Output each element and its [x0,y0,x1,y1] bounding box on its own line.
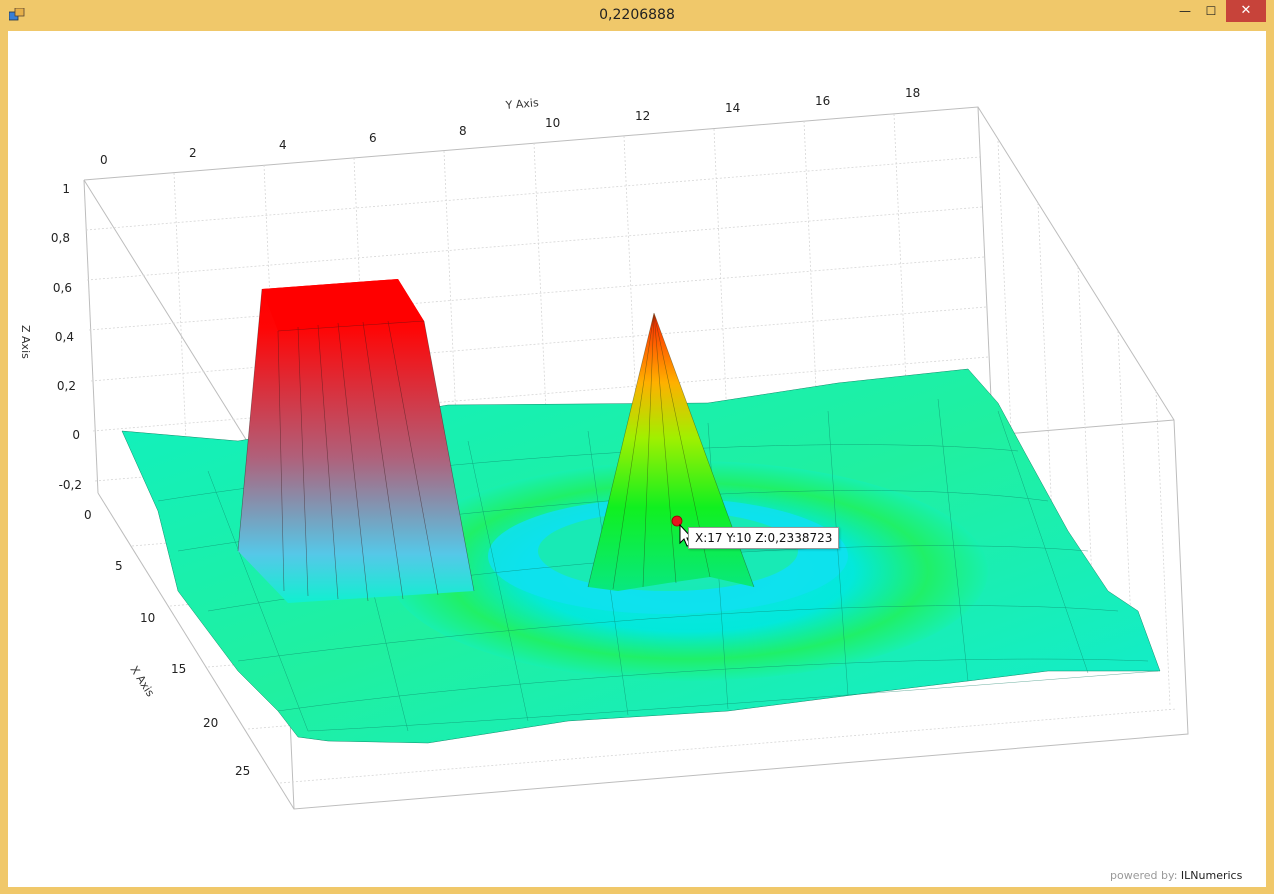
x-tick-label: 0 [84,508,92,522]
y-tick-label: 18 [905,86,920,100]
z-tick-label: 0,6 [53,281,72,295]
y-axis-title: Y Axis [504,96,539,112]
z-tick-label: 1 [62,182,70,196]
z-axis-ticks: 1 0,8 0,6 0,4 0,2 0 -0,2 [51,182,82,492]
minimize-button[interactable]: — [1172,0,1198,22]
x-axis-title: X Axis [127,664,156,700]
z-tick-label: 0,2 [57,379,76,393]
maximize-icon: ☐ [1205,4,1217,18]
powered-by-label[interactable]: powered by: ILNumerics [1110,869,1242,882]
y-tick-label: 16 [815,94,830,108]
x-tick-label: 25 [235,764,250,778]
z-tick-label: 0 [72,428,80,442]
data-tooltip: X:17 Y:10 Z:0,2338723 [688,527,840,549]
y-tick-label: 4 [279,138,287,152]
z-tick-label: 0,8 [51,231,70,245]
z-tick-label: -0,2 [59,478,82,492]
title-bar[interactable]: 0,2206888 — ☐ ✕ [0,0,1274,30]
window-title: 0,2206888 [599,7,675,23]
y-tick-label: 0 [100,153,108,167]
close-icon: ✕ [1240,3,1252,18]
close-button[interactable]: ✕ [1226,0,1266,22]
y-tick-label: 14 [725,101,740,115]
plot-panel[interactable]: Y Axis X Axis Z Axis 0 2 4 6 8 10 12 14 … [8,31,1266,887]
maximize-button[interactable]: ☐ [1198,0,1224,22]
x-tick-label: 15 [171,662,186,676]
powered-by-prefix: powered by: [1110,869,1178,882]
z-axis-title: Z Axis [19,325,32,359]
x-tick-label: 20 [203,716,218,730]
data-marker[interactable] [671,515,683,527]
plateau-peak[interactable] [237,279,475,603]
y-tick-label: 10 [545,116,560,130]
z-tick-label: 0,4 [55,330,74,344]
minimize-icon: — [1179,4,1191,18]
y-tick-label: 6 [369,131,377,145]
y-tick-label: 2 [189,146,197,160]
x-tick-label: 10 [140,611,155,625]
y-tick-label: 8 [459,124,467,138]
powered-by-brand: ILNumerics [1180,869,1243,882]
y-tick-label: 12 [635,109,650,123]
surface-plot[interactable]: Y Axis X Axis Z Axis 0 2 4 6 8 10 12 14 … [8,31,1266,887]
x-tick-label: 5 [115,559,123,573]
app-window: 0,2206888 — ☐ ✕ Y Axis X Axis Z Axis 0 2… [0,0,1274,894]
